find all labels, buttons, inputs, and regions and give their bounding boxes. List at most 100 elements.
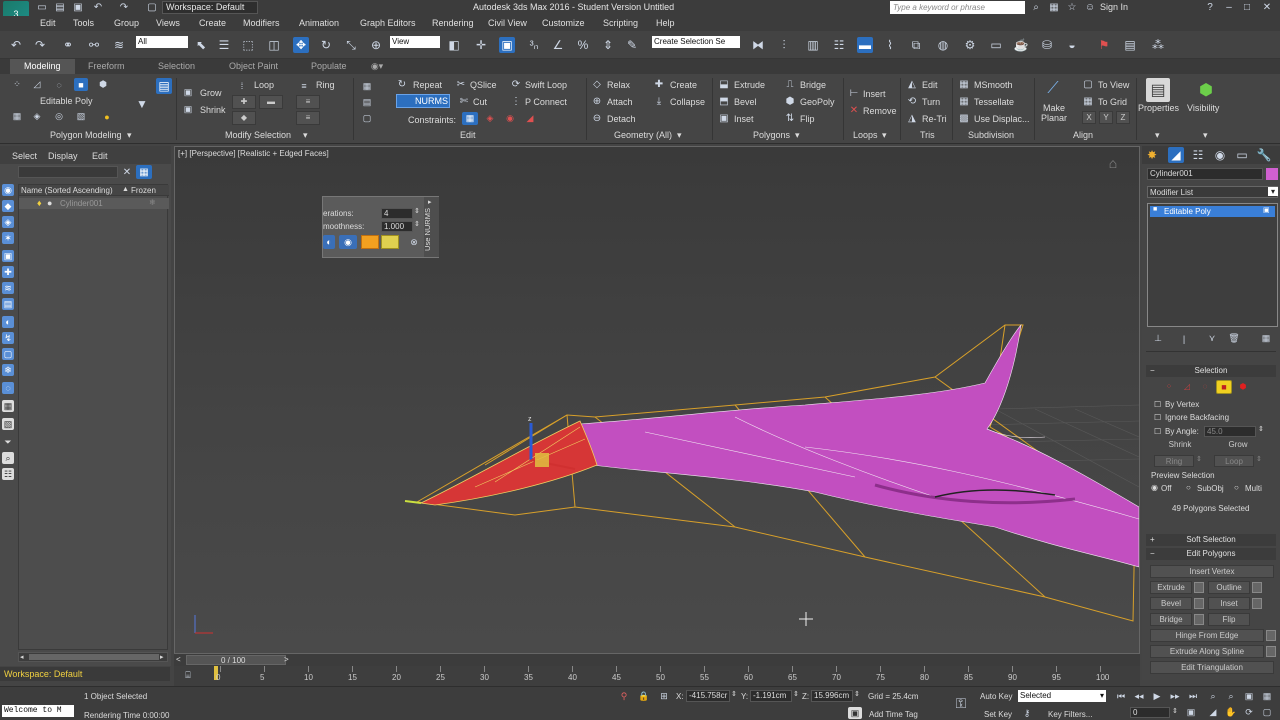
repeat-icon[interactable]: ↻ [396,78,408,90]
window-crossing-icon[interactable]: ◫ [266,37,282,53]
key-icon[interactable]: ⚿ [950,695,972,711]
edit-tri-button[interactable]: Edit [922,80,938,90]
ring-shrink-button[interactable]: ≡ [296,111,320,125]
properties-button[interactable]: Properties [1138,103,1179,113]
flip-button[interactable]: Flip [800,114,815,124]
hinge-settings-icon[interactable] [1266,630,1276,641]
save-icon[interactable]: ▣ [72,0,84,14]
maximize-viewport-icon[interactable]: ▢ [1260,706,1274,718]
menu-scripting[interactable]: Scripting [603,18,638,28]
undo-icon[interactable]: ↶ [8,37,24,53]
zoom-all-icon[interactable]: ⌕ [1224,690,1238,702]
angle-snap-icon[interactable]: ∠ [550,37,566,53]
loop-shrink-button[interactable]: ▬ [259,95,283,109]
sign-in-link[interactable]: Sign In [1100,2,1128,12]
detach-icon[interactable]: ⊖ [591,112,603,124]
geopoly-icon[interactable]: ⬢ [784,95,796,107]
set-key-filter-icon[interactable]: ⚷ [1020,707,1034,719]
track-ruler[interactable]: 0 5 10 15 20 25 30 35 40 45 50 55 60 65 70 75 80 85 90 95 10… [214,666,1140,686]
ring-icon[interactable]: ≡ [298,80,310,92]
preview-off-radio[interactable]: ◉ [1151,483,1158,492]
link-icon[interactable]: ⚭ [60,37,76,53]
select-object-icon[interactable]: ⬉ [193,37,209,53]
select-manipulate-icon[interactable]: ✛ [473,37,489,53]
close-icon[interactable]: ✕ [1260,0,1274,14]
preserve-uv-icon[interactable]: ▦ [10,110,24,123]
tris-panel-title[interactable]: Tris [920,130,935,140]
field-of-view-icon[interactable]: ◢ [1206,706,1220,718]
bridge-button[interactable]: Bridge [800,80,826,90]
maximize-icon[interactable]: □ [1240,0,1254,14]
render-activeshade-icon[interactable]: ◒ [1064,37,1080,53]
display-none-icon[interactable]: ◉ [2,184,14,196]
schematic-view-icon[interactable]: ⧉ [908,37,924,53]
display-shapes-icon[interactable]: ◈ [2,216,14,228]
light-bulb-icon[interactable]: ♦ [37,198,42,208]
properties-icon[interactable]: ▤ [1146,78,1170,102]
display-bones-icon[interactable]: ↯ [2,332,14,344]
percent-snap-icon[interactable]: % [575,37,591,53]
polygon-modeling-panel-title[interactable]: Polygon Modeling [50,130,122,140]
scale-icon[interactable]: ⤡ [343,37,359,53]
civil-view-icon[interactable]: ⚑ [1096,37,1112,53]
mini-curve-editor-icon[interactable]: ⌸ [180,668,196,682]
frozen-toggle-icon[interactable]: ❄ [149,198,156,207]
explorer-tab-edit[interactable]: Edit [92,151,108,161]
caddy-pin-icon[interactable]: ▸ [428,198,432,206]
insert-loop-icon[interactable]: ⊢ [848,87,860,99]
level-vertex-icon[interactable]: ⁘ [1162,380,1176,393]
insert-vertex-button[interactable]: Insert Vertex [1150,565,1274,578]
previous-frame-icon[interactable]: ◂◂ [1132,690,1146,702]
edit-named-sets-icon[interactable]: ✎ [624,37,640,53]
to-view-icon[interactable]: ▢ [1082,78,1094,90]
level-polygon-icon[interactable]: ■ [1216,380,1232,394]
menu-views[interactable]: Views [156,18,180,28]
edit-panel-title[interactable]: Edit [460,130,476,140]
snaps-toggle-icon[interactable]: ³ₙ [526,37,542,53]
loop-grow-button[interactable]: ✚ [232,95,256,109]
minimize-icon[interactable]: – [1222,0,1236,14]
scroll-right-icon[interactable]: ▸ [160,653,164,661]
open-file-icon[interactable]: ▤ [54,0,66,14]
play-icon[interactable]: ▶ [1150,690,1164,702]
extrude-spline-settings-icon[interactable] [1266,646,1276,657]
column-frozen-header[interactable]: Frozen [131,186,156,195]
explorer-row-cylinder[interactable]: ♦ ● Cylinder001 ❄ [19,198,169,209]
orbit-icon[interactable]: ⟳ [1242,706,1256,718]
attach-button[interactable]: Attach [607,97,633,107]
align-panel-title[interactable]: Align [1073,130,1093,140]
scroll-left-icon[interactable]: ◂ [20,653,24,661]
help-icon[interactable]: ? [1204,0,1216,14]
polygons-arrow-icon[interactable]: ▾ [795,130,800,141]
relax-icon[interactable]: ◇ [591,78,603,90]
sun-icon[interactable]: ● [100,110,114,123]
add-time-tag-icon[interactable]: ▣ [848,707,862,719]
use-displace-button[interactable]: Use Displac... [974,114,1030,124]
relax-button[interactable]: Relax [607,80,630,90]
extrude-rollout-button[interactable]: Extrude [1150,581,1192,594]
repeat-button[interactable]: Repeat [413,80,442,90]
qslice-icon[interactable]: ✂ [455,78,467,90]
pin-stack-icon[interactable]: ⊥ [1151,332,1165,345]
to-grid-icon[interactable]: ▦ [1082,95,1094,107]
bevel-settings-icon[interactable] [1194,598,1204,609]
smoothness-spinner-icon[interactable]: ⇕ [414,220,420,228]
bridge-settings-icon[interactable] [1194,614,1204,625]
smoothness-input[interactable]: 1.000 [381,221,413,232]
edit-tri-icon[interactable]: ◭ [906,78,918,90]
hierarchy-icon[interactable]: ☷ [2,468,14,480]
frame-spinner-icon[interactable]: ⇕ [1172,707,1178,715]
workspace-status[interactable]: Workspace: Default [0,667,170,681]
retri-icon[interactable]: ◮ [906,112,918,124]
modify-selection-arrow-icon[interactable]: ▾ [303,130,308,141]
grow-selection-button[interactable]: Grow [1212,439,1264,452]
align-y-button[interactable]: Y [1099,111,1113,124]
absolute-mode-icon[interactable]: ⊞ [657,689,671,703]
detach-button[interactable]: Detach [607,114,636,124]
loops-arrow-icon[interactable]: ▾ [882,130,887,141]
edge-icon[interactable]: ◿ [30,78,44,91]
loop-icon[interactable]: ⁞ [236,80,248,92]
grow-button[interactable]: Grow [200,88,222,98]
display-hidden-icon[interactable]: ◌ [2,382,14,394]
toolbar-extra-icon[interactable]: ▤ [1122,37,1138,53]
